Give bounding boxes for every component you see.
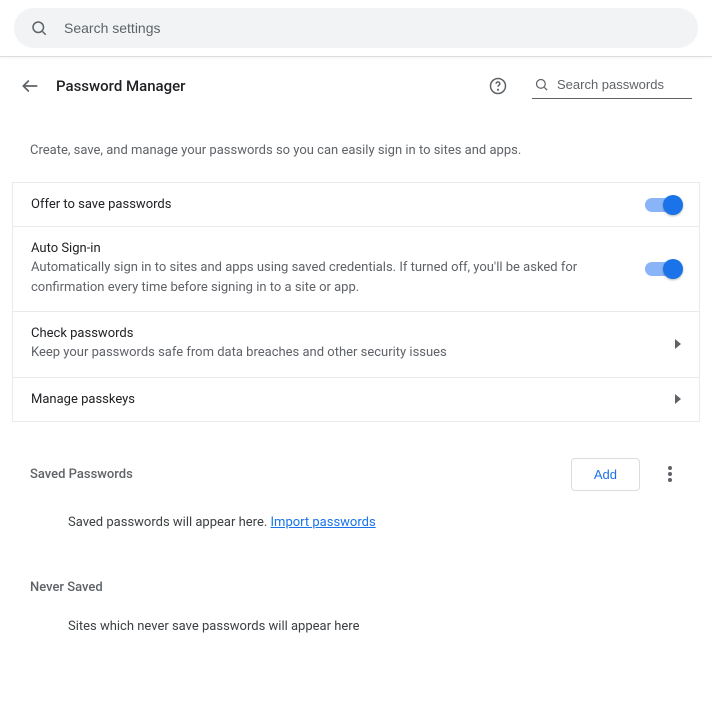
page-header: Password Manager: [12, 57, 700, 107]
intro-text: Create, save, and manage your passwords …: [12, 107, 700, 182]
auto-signin-toggle[interactable]: [645, 262, 681, 276]
settings-search-bar[interactable]: [14, 8, 698, 48]
search-icon: [534, 77, 549, 92]
never-saved-title: Never Saved: [30, 580, 682, 595]
password-search-input[interactable]: [557, 77, 712, 92]
saved-passwords-title: Saved Passwords: [30, 467, 571, 482]
check-passwords-title: Check passwords: [31, 326, 675, 341]
help-icon[interactable]: [488, 76, 508, 96]
offer-save-toggle[interactable]: [645, 198, 681, 212]
manage-passkeys-title: Manage passkeys: [31, 392, 675, 407]
never-saved-header: Never Saved: [12, 544, 700, 605]
saved-passwords-header: Saved Passwords Add: [12, 422, 700, 501]
offer-save-row: Offer to save passwords: [13, 183, 699, 227]
import-passwords-link[interactable]: Import passwords: [271, 515, 376, 530]
search-icon: [30, 19, 48, 37]
check-passwords-sub: Keep your passwords safe from data breac…: [31, 343, 675, 363]
chevron-right-icon: [675, 339, 681, 349]
manage-passkeys-row[interactable]: Manage passkeys: [13, 378, 699, 421]
never-saved-empty: Sites which never save passwords will ap…: [12, 605, 700, 648]
chevron-right-icon: [675, 394, 681, 404]
check-passwords-row[interactable]: Check passwords Keep your passwords safe…: [13, 312, 699, 378]
auto-signin-row: Auto Sign-in Automatically sign in to si…: [13, 227, 699, 312]
saved-passwords-empty: Saved passwords will appear here. Import…: [12, 501, 700, 544]
auto-signin-sub: Automatically sign in to sites and apps …: [31, 258, 645, 297]
auto-signin-title: Auto Sign-in: [31, 241, 645, 256]
more-vert-icon[interactable]: [658, 462, 682, 486]
add-button[interactable]: Add: [571, 458, 640, 491]
password-search[interactable]: [532, 73, 692, 99]
saved-empty-prefix: Saved passwords will appear here.: [68, 515, 271, 530]
back-arrow-icon[interactable]: [20, 76, 40, 96]
offer-save-title: Offer to save passwords: [31, 197, 645, 212]
settings-search-input[interactable]: [64, 20, 682, 36]
page-title: Password Manager: [56, 77, 472, 95]
